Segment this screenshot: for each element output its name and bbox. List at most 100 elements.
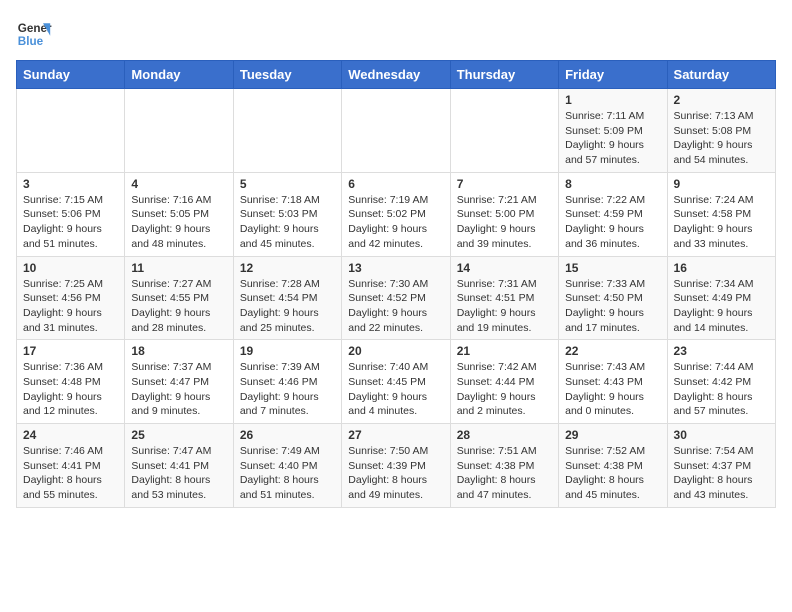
week-row-2: 3 Sunrise: 7:15 AM Sunset: 5:06 PM Daylig… — [17, 172, 776, 256]
day-detail: Sunrise: 7:27 AM Sunset: 4:55 PM Dayligh… — [131, 277, 226, 336]
day-number: 2 — [674, 93, 769, 107]
day-detail: Sunrise: 7:16 AM Sunset: 5:05 PM Dayligh… — [131, 193, 226, 252]
calendar-cell — [342, 89, 450, 173]
calendar-cell — [125, 89, 233, 173]
calendar-cell — [450, 89, 558, 173]
day-number: 1 — [565, 93, 660, 107]
day-detail: Sunrise: 7:49 AM Sunset: 4:40 PM Dayligh… — [240, 444, 335, 503]
day-detail: Sunrise: 7:39 AM Sunset: 4:46 PM Dayligh… — [240, 360, 335, 419]
day-number: 13 — [348, 261, 443, 275]
calendar-cell: 4 Sunrise: 7:16 AM Sunset: 5:05 PM Daylig… — [125, 172, 233, 256]
week-row-5: 24 Sunrise: 7:46 AM Sunset: 4:41 PM Dayli… — [17, 424, 776, 508]
day-detail: Sunrise: 7:22 AM Sunset: 4:59 PM Dayligh… — [565, 193, 660, 252]
day-number: 10 — [23, 261, 118, 275]
day-number: 7 — [457, 177, 552, 191]
day-detail: Sunrise: 7:44 AM Sunset: 4:42 PM Dayligh… — [674, 360, 769, 419]
day-detail: Sunrise: 7:46 AM Sunset: 4:41 PM Dayligh… — [23, 444, 118, 503]
day-number: 5 — [240, 177, 335, 191]
calendar-table: SundayMondayTuesdayWednesdayThursdayFrid… — [16, 60, 776, 508]
day-detail: Sunrise: 7:11 AM Sunset: 5:09 PM Dayligh… — [565, 109, 660, 168]
day-detail: Sunrise: 7:47 AM Sunset: 4:41 PM Dayligh… — [131, 444, 226, 503]
day-number: 29 — [565, 428, 660, 442]
calendar-cell: 2 Sunrise: 7:13 AM Sunset: 5:08 PM Daylig… — [667, 89, 775, 173]
svg-text:Blue: Blue — [18, 35, 44, 48]
calendar-body: 1 Sunrise: 7:11 AM Sunset: 5:09 PM Daylig… — [17, 89, 776, 508]
calendar-cell: 7 Sunrise: 7:21 AM Sunset: 5:00 PM Daylig… — [450, 172, 558, 256]
calendar-cell: 20 Sunrise: 7:40 AM Sunset: 4:45 PM Dayli… — [342, 340, 450, 424]
weekday-header-row: SundayMondayTuesdayWednesdayThursdayFrid… — [17, 61, 776, 89]
day-number: 23 — [674, 344, 769, 358]
weekday-header-monday: Monday — [125, 61, 233, 89]
header: General Blue — [16, 16, 776, 52]
calendar-cell: 27 Sunrise: 7:50 AM Sunset: 4:39 PM Dayli… — [342, 424, 450, 508]
day-detail: Sunrise: 7:18 AM Sunset: 5:03 PM Dayligh… — [240, 193, 335, 252]
day-number: 12 — [240, 261, 335, 275]
day-detail: Sunrise: 7:13 AM Sunset: 5:08 PM Dayligh… — [674, 109, 769, 168]
day-number: 8 — [565, 177, 660, 191]
day-number: 14 — [457, 261, 552, 275]
day-number: 26 — [240, 428, 335, 442]
day-number: 20 — [348, 344, 443, 358]
day-detail: Sunrise: 7:51 AM Sunset: 4:38 PM Dayligh… — [457, 444, 552, 503]
day-number: 25 — [131, 428, 226, 442]
calendar-cell: 1 Sunrise: 7:11 AM Sunset: 5:09 PM Daylig… — [559, 89, 667, 173]
day-number: 24 — [23, 428, 118, 442]
calendar-cell: 3 Sunrise: 7:15 AM Sunset: 5:06 PM Daylig… — [17, 172, 125, 256]
day-detail: Sunrise: 7:54 AM Sunset: 4:37 PM Dayligh… — [674, 444, 769, 503]
calendar-cell: 17Sunrise: 7:36 AM Sunset: 4:48 PM Dayli… — [17, 340, 125, 424]
calendar-cell: 26 Sunrise: 7:49 AM Sunset: 4:40 PM Dayli… — [233, 424, 341, 508]
calendar-cell: 29 Sunrise: 7:52 AM Sunset: 4:38 PM Dayli… — [559, 424, 667, 508]
day-detail: Sunrise: 7:43 AM Sunset: 4:43 PM Dayligh… — [565, 360, 660, 419]
week-row-4: 17Sunrise: 7:36 AM Sunset: 4:48 PM Dayli… — [17, 340, 776, 424]
weekday-header-saturday: Saturday — [667, 61, 775, 89]
day-number: 27 — [348, 428, 443, 442]
calendar-cell: 6 Sunrise: 7:19 AM Sunset: 5:02 PM Daylig… — [342, 172, 450, 256]
day-number: 15 — [565, 261, 660, 275]
day-number: 4 — [131, 177, 226, 191]
calendar-cell: 18 Sunrise: 7:37 AM Sunset: 4:47 PM Dayli… — [125, 340, 233, 424]
day-number: 11 — [131, 261, 226, 275]
day-number: 3 — [23, 177, 118, 191]
day-detail: Sunrise: 7:15 AM Sunset: 5:06 PM Dayligh… — [23, 193, 118, 252]
weekday-header-sunday: Sunday — [17, 61, 125, 89]
day-number: 9 — [674, 177, 769, 191]
day-number: 30 — [674, 428, 769, 442]
day-number: 6 — [348, 177, 443, 191]
calendar-cell: 8 Sunrise: 7:22 AM Sunset: 4:59 PM Daylig… — [559, 172, 667, 256]
weekday-header-friday: Friday — [559, 61, 667, 89]
calendar-cell: 21 Sunrise: 7:42 AM Sunset: 4:44 PM Dayli… — [450, 340, 558, 424]
day-number: 18 — [131, 344, 226, 358]
day-detail: Sunrise: 7:40 AM Sunset: 4:45 PM Dayligh… — [348, 360, 443, 419]
day-detail: Sunrise: 7:52 AM Sunset: 4:38 PM Dayligh… — [565, 444, 660, 503]
day-detail: Sunrise: 7:50 AM Sunset: 4:39 PM Dayligh… — [348, 444, 443, 503]
calendar-cell: 13Sunrise: 7:30 AM Sunset: 4:52 PM Dayli… — [342, 256, 450, 340]
calendar-cell: 11 Sunrise: 7:27 AM Sunset: 4:55 PM Dayli… — [125, 256, 233, 340]
day-detail: Sunrise: 7:19 AM Sunset: 5:02 PM Dayligh… — [348, 193, 443, 252]
day-detail: Sunrise: 7:31 AM Sunset: 4:51 PM Dayligh… — [457, 277, 552, 336]
calendar-cell — [17, 89, 125, 173]
weekday-header-wednesday: Wednesday — [342, 61, 450, 89]
day-detail: Sunrise: 7:42 AM Sunset: 4:44 PM Dayligh… — [457, 360, 552, 419]
calendar-cell: 14 Sunrise: 7:31 AM Sunset: 4:51 PM Dayli… — [450, 256, 558, 340]
calendar-cell: 15Sunrise: 7:33 AM Sunset: 4:50 PM Dayli… — [559, 256, 667, 340]
week-row-1: 1 Sunrise: 7:11 AM Sunset: 5:09 PM Daylig… — [17, 89, 776, 173]
day-detail: Sunrise: 7:21 AM Sunset: 5:00 PM Dayligh… — [457, 193, 552, 252]
day-number: 22 — [565, 344, 660, 358]
calendar-cell — [233, 89, 341, 173]
day-detail: Sunrise: 7:28 AM Sunset: 4:54 PM Dayligh… — [240, 277, 335, 336]
logo-icon: General Blue — [16, 16, 52, 52]
day-number: 19 — [240, 344, 335, 358]
day-number: 16 — [674, 261, 769, 275]
day-detail: Sunrise: 7:37 AM Sunset: 4:47 PM Dayligh… — [131, 360, 226, 419]
day-detail: Sunrise: 7:24 AM Sunset: 4:58 PM Dayligh… — [674, 193, 769, 252]
calendar-cell: 9 Sunrise: 7:24 AM Sunset: 4:58 PM Daylig… — [667, 172, 775, 256]
calendar-cell: 5 Sunrise: 7:18 AM Sunset: 5:03 PM Daylig… — [233, 172, 341, 256]
calendar-cell: 28Sunrise: 7:51 AM Sunset: 4:38 PM Dayli… — [450, 424, 558, 508]
calendar-cell: 30 Sunrise: 7:54 AM Sunset: 4:37 PM Dayli… — [667, 424, 775, 508]
week-row-3: 10 Sunrise: 7:25 AM Sunset: 4:56 PM Dayli… — [17, 256, 776, 340]
weekday-header-thursday: Thursday — [450, 61, 558, 89]
weekday-header-tuesday: Tuesday — [233, 61, 341, 89]
calendar-cell: 22 Sunrise: 7:43 AM Sunset: 4:43 PM Dayli… — [559, 340, 667, 424]
day-detail: Sunrise: 7:25 AM Sunset: 4:56 PM Dayligh… — [23, 277, 118, 336]
day-number: 21 — [457, 344, 552, 358]
